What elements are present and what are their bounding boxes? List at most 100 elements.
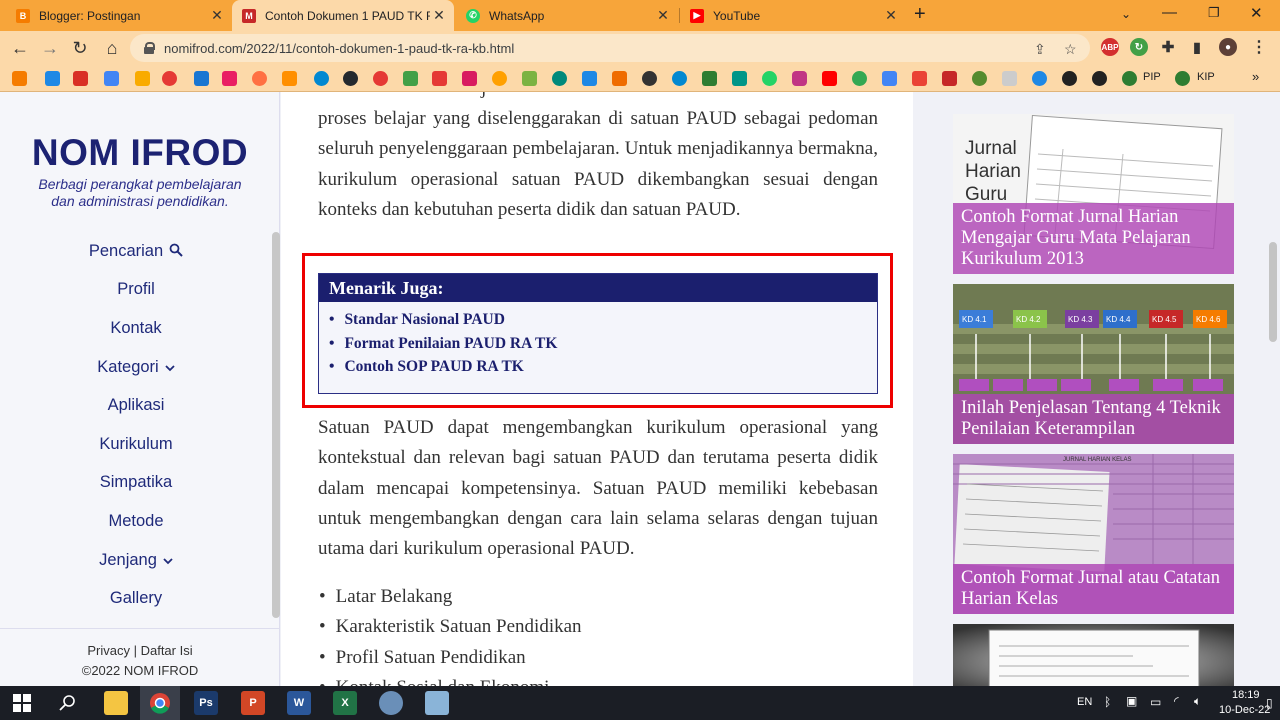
tab-whatsapp[interactable]: ✆ WhatsApp ✕ bbox=[456, 0, 678, 31]
file-explorer-icon[interactable] bbox=[104, 691, 128, 715]
footer-links[interactable]: Privacy | Daftar Isi bbox=[0, 641, 280, 661]
bookmark-maps-icon[interactable] bbox=[852, 71, 867, 86]
close-icon[interactable]: ✕ bbox=[208, 7, 226, 24]
bookmark-translate-icon[interactable] bbox=[104, 71, 119, 86]
sidebar-item-kurikulum[interactable]: Kurikulum bbox=[0, 425, 272, 464]
sidebar-item-profil[interactable]: Profil bbox=[0, 271, 272, 310]
windows-start-icon[interactable] bbox=[10, 691, 34, 715]
notification-icon[interactable]: ▯ bbox=[1266, 696, 1273, 710]
bookmark-app-icon[interactable] bbox=[1062, 71, 1077, 86]
sidebar-item-kontak[interactable]: Kontak bbox=[0, 309, 272, 348]
restore-icon[interactable]: ❐ bbox=[1208, 5, 1220, 21]
related-link[interactable]: Contoh SOP PAUD RA TK bbox=[329, 355, 877, 379]
post-caption[interactable]: Contoh Format Jurnal Harian Mengajar Gur… bbox=[953, 203, 1234, 274]
excel-icon[interactable]: X bbox=[333, 691, 357, 715]
paint-icon[interactable] bbox=[379, 691, 403, 715]
powerpoint-icon[interactable]: P bbox=[241, 691, 265, 715]
share-icon[interactable]: ⇪ bbox=[1034, 41, 1046, 58]
bookmark-kip-label[interactable]: KIP bbox=[1197, 71, 1215, 83]
close-window-icon[interactable]: ✕ bbox=[1250, 4, 1263, 22]
bookmark-gmail-icon[interactable] bbox=[73, 71, 88, 86]
more-bookmarks-icon[interactable]: » bbox=[1252, 69, 1259, 84]
related-link[interactable]: Standar Nasional PAUD bbox=[329, 308, 877, 332]
bookmark-app-icon[interactable] bbox=[912, 71, 927, 86]
home-icon[interactable]: ⌂ bbox=[100, 36, 124, 60]
forward-icon[interactable]: → bbox=[38, 36, 62, 60]
sidebar-item-aplikasi[interactable]: Aplikasi bbox=[0, 386, 272, 425]
bookmark-app-icon[interactable] bbox=[462, 71, 477, 86]
bookmark-cloud-icon[interactable] bbox=[672, 71, 687, 86]
bookmark-app-icon[interactable] bbox=[612, 71, 627, 86]
close-icon[interactable]: ✕ bbox=[430, 7, 448, 24]
bookmark-app-icon[interactable] bbox=[702, 71, 717, 86]
sidebar-item-kategori[interactable]: Kategori bbox=[0, 348, 272, 387]
bookmark-app-icon[interactable] bbox=[642, 71, 657, 86]
tab-search-icon[interactable]: ⌄ bbox=[1121, 7, 1131, 21]
extensions-puzzle-icon[interactable]: ✚ bbox=[1159, 38, 1177, 56]
side-panel-icon[interactable]: ▮ bbox=[1188, 38, 1206, 56]
sidebar-item-pencarian[interactable]: Pencarian bbox=[0, 232, 272, 271]
photoshop-icon[interactable]: Ps bbox=[194, 691, 218, 715]
notes-icon[interactable] bbox=[425, 691, 449, 715]
bookmark-app-icon[interactable] bbox=[972, 71, 987, 86]
sidebar-item-simpatika[interactable]: Simpatika bbox=[0, 464, 272, 503]
bookmark-app-icon[interactable] bbox=[373, 71, 388, 86]
search-icon[interactable] bbox=[56, 691, 80, 715]
bookmark-app-icon[interactable] bbox=[492, 71, 507, 86]
language-indicator[interactable]: EN bbox=[1077, 696, 1092, 708]
bookmark-app-icon[interactable] bbox=[1032, 71, 1047, 86]
bookmark-app-icon[interactable] bbox=[732, 71, 747, 86]
reload-icon[interactable]: ↻ bbox=[68, 36, 92, 60]
bookmark-instagram-icon[interactable] bbox=[792, 71, 807, 86]
bookmark-app-icon[interactable] bbox=[314, 71, 329, 86]
bookmark-app-icon[interactable] bbox=[432, 71, 447, 86]
sidebar-item-metode[interactable]: Metode bbox=[0, 502, 272, 541]
post-caption[interactable]: Contoh Format Jurnal atau Catatan Harian… bbox=[953, 564, 1234, 614]
address-bar[interactable]: nomifrod.com/2022/11/contoh-dokumen-1-pa… bbox=[130, 34, 1090, 62]
bookmark-app-icon[interactable] bbox=[882, 71, 897, 86]
new-tab-button[interactable]: + bbox=[914, 3, 926, 26]
bookmark-app-icon[interactable] bbox=[222, 71, 237, 86]
sidebar-item-gallery[interactable]: Gallery bbox=[0, 579, 272, 618]
bookmark-kip-icon[interactable] bbox=[1175, 71, 1190, 86]
word-icon[interactable]: W bbox=[287, 691, 311, 715]
menu-kebab-icon[interactable]: ⋮ bbox=[1250, 38, 1268, 56]
bookmark-pip-icon[interactable] bbox=[1122, 71, 1137, 86]
tab-contoh-dokumen[interactable]: M Contoh Dokumen 1 PAUD TK RA ✕ bbox=[232, 0, 454, 31]
chrome-taskbar-button[interactable] bbox=[140, 686, 180, 720]
bookmark-app-icon[interactable] bbox=[522, 71, 537, 86]
clock-time[interactable]: 18:19 bbox=[1232, 689, 1260, 701]
tab-blogger[interactable]: B Blogger: Postingan ✕ bbox=[6, 0, 232, 31]
bookmark-app-icon[interactable] bbox=[552, 71, 567, 86]
sidebar-scrollbar[interactable] bbox=[272, 232, 280, 618]
bookmark-app-icon[interactable] bbox=[252, 71, 267, 86]
sidebar-item-jenjang[interactable]: Jenjang bbox=[0, 541, 272, 580]
bookmark-analytics-icon[interactable] bbox=[135, 71, 150, 86]
network-tray-icon[interactable]: ▣ bbox=[1126, 694, 1137, 708]
bookmark-cloud-icon[interactable] bbox=[282, 71, 297, 86]
battery-icon[interactable]: ▭ bbox=[1150, 695, 1161, 709]
bookmark-app-icon[interactable] bbox=[1092, 71, 1107, 86]
volume-icon[interactable]: 🔈︎ bbox=[1194, 694, 1201, 709]
close-icon[interactable]: ✕ bbox=[654, 7, 672, 24]
bookmark-drive-icon[interactable] bbox=[45, 71, 60, 86]
related-post-card[interactable] bbox=[953, 624, 1234, 686]
bookmark-app-icon[interactable] bbox=[1002, 71, 1017, 86]
bookmark-pdf-icon[interactable] bbox=[194, 71, 209, 86]
bookmark-whatsapp-icon[interactable] bbox=[762, 71, 777, 86]
related-post-card[interactable]: Jurnal Harian Guru Contoh Format Jurnal … bbox=[953, 114, 1234, 274]
bookmark-youtube-icon[interactable] bbox=[822, 71, 837, 86]
related-post-card[interactable]: JURNAL HARIAN KELAS Contoh Format Jurnal… bbox=[953, 454, 1234, 614]
clock-date[interactable]: 10-Dec-22 bbox=[1219, 704, 1270, 716]
related-post-card[interactable]: KD 4.1 KD 4.2 KD 4.3 KD 4.4 KD 4.5 KD 4.6 In… bbox=[953, 284, 1234, 444]
bookmark-star-icon[interactable]: ☆ bbox=[1064, 41, 1077, 58]
wifi-icon[interactable]: ◜ bbox=[1174, 694, 1179, 708]
close-icon[interactable]: ✕ bbox=[882, 7, 900, 24]
bookmark-github-icon[interactable] bbox=[343, 71, 358, 86]
bookmark-blogger-icon[interactable] bbox=[12, 71, 27, 86]
bookmark-app-icon[interactable] bbox=[582, 71, 597, 86]
back-icon[interactable]: ← bbox=[8, 36, 32, 60]
extension-green-icon[interactable]: ↻ bbox=[1130, 38, 1148, 56]
bookmark-app-icon[interactable] bbox=[403, 71, 418, 86]
bookmark-pip-label[interactable]: PIP bbox=[1143, 71, 1161, 83]
